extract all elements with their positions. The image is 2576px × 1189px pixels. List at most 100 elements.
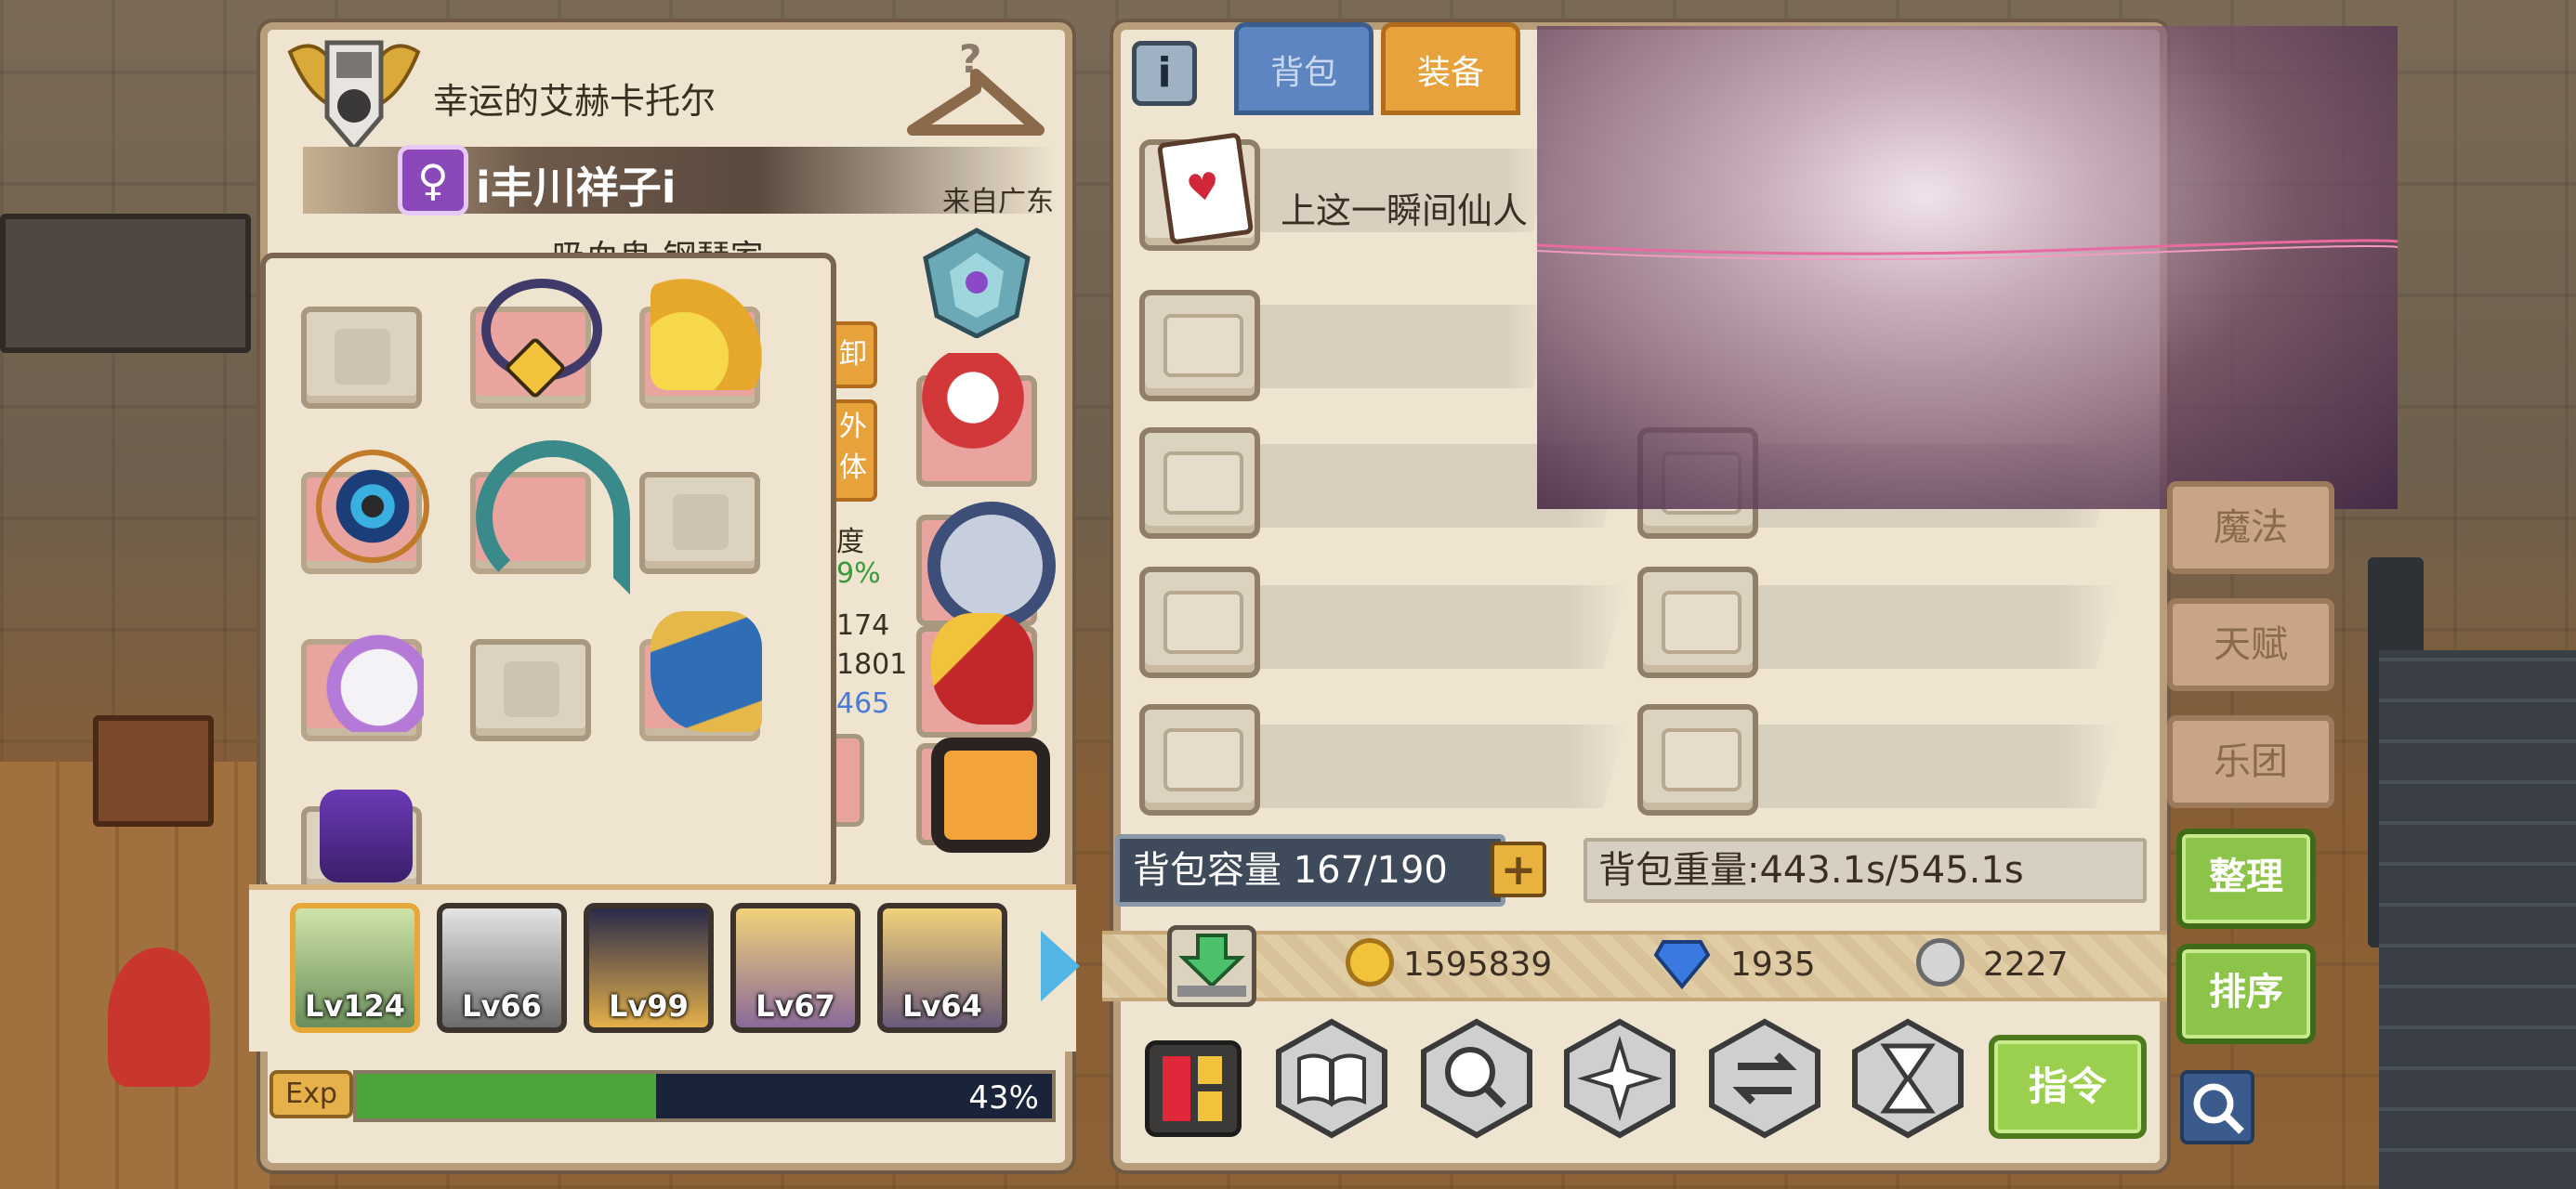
inventory-item-1-name: 上这一瞬间仙人 <box>1281 190 1529 231</box>
female-gender-icon: ♀ <box>398 145 468 216</box>
team-member-1[interactable]: Lv124 <box>290 903 420 1033</box>
organize-button[interactable]: 整理 <box>2176 829 2316 929</box>
player-origin: 来自广东 <box>942 186 1054 218</box>
team-member-2-level: Lv66 <box>462 988 542 1024</box>
swap-icon[interactable] <box>1704 1018 1825 1139</box>
inventory-item-1[interactable]: ♥ <box>1139 132 1260 251</box>
magnifier-icon[interactable] <box>1416 1018 1537 1139</box>
player-name: i丰川祥子i <box>476 163 677 213</box>
armor-placeholder-icon <box>504 661 559 717</box>
stat-percent: 9% <box>836 557 881 590</box>
silver-coin-icon <box>1916 938 1965 986</box>
hourglass-icon[interactable] <box>1847 1018 1968 1139</box>
inventory-slot-6[interactable] <box>1637 567 1758 678</box>
tab-equip[interactable]: 装备 <box>1381 22 1520 115</box>
team-member-4-level: Lv67 <box>756 988 835 1024</box>
inventory-slot-2[interactable] <box>1139 290 1260 401</box>
gear-slot-belt[interactable] <box>916 502 1056 630</box>
empty-slot-inner <box>1163 451 1243 515</box>
hidden-gear-slot[interactable] <box>836 734 864 827</box>
team-member-3[interactable]: Lv99 <box>584 903 714 1033</box>
lyre-instrument-icon <box>312 621 424 732</box>
exp-bar: 43% <box>353 1070 1056 1122</box>
inventory-slot-5[interactable] <box>1139 567 1260 678</box>
slot-armor-purple[interactable] <box>301 790 422 892</box>
sort-button[interactable]: 排序 <box>2176 944 2316 1044</box>
background-shelf <box>0 214 251 353</box>
compass-icon[interactable] <box>1559 1018 1680 1139</box>
team-next-arrow-icon[interactable] <box>1041 931 1080 1001</box>
diamond-icon <box>1653 938 1711 990</box>
gear-slot-shoes[interactable] <box>916 613 1037 738</box>
menu-talent[interactable]: 天赋 <box>2167 598 2334 691</box>
team-member-3-level: Lv99 <box>609 988 689 1024</box>
outfit-label-1: 外 <box>839 411 867 443</box>
empty-slot-armor[interactable] <box>470 639 591 741</box>
wardrobe-hanger-icon[interactable]: ? <box>901 37 1050 149</box>
slot-weapon[interactable] <box>470 440 630 594</box>
character-title: 幸运的艾赫卡托尔 <box>433 81 716 122</box>
silver-amount: 2227 <box>1983 946 2069 984</box>
inventory-slot-3[interactable] <box>1139 427 1260 539</box>
slot-wings[interactable] <box>639 279 762 409</box>
crystal-crest-icon <box>923 228 1031 339</box>
blue-boot-icon <box>651 611 762 732</box>
gear-slot-head[interactable] <box>916 353 1037 487</box>
bag-weight: 背包重量:443.1s/545.1s <box>1584 838 2147 903</box>
gear-slot-ring[interactable] <box>916 738 1050 853</box>
slot-boots[interactable] <box>639 611 762 741</box>
red-gold-boot-icon <box>931 613 1033 725</box>
mechanical-ring-icon <box>927 502 1056 630</box>
download-button[interactable] <box>1167 925 1256 1007</box>
bag-capacity: 背包容量 167/190 <box>1115 834 1505 907</box>
gear-slot-crest[interactable] <box>916 227 1037 339</box>
team-member-2[interactable]: Lv66 <box>437 903 567 1033</box>
equipment-grid <box>260 253 836 892</box>
menu-band[interactable]: 乐团 <box>2167 715 2334 808</box>
book-icon[interactable] <box>1271 1018 1392 1139</box>
inventory-strip-6 <box>1728 585 2119 669</box>
menu-magic[interactable]: 魔法 <box>2167 481 2334 574</box>
search-button[interactable] <box>2180 1070 2254 1144</box>
command-button[interactable]: 指令 <box>1989 1035 2147 1139</box>
stat-value-2: 1801 <box>836 648 908 681</box>
slot-bow[interactable] <box>301 450 429 574</box>
expand-capacity-button[interactable]: + <box>1491 842 1546 897</box>
team-member-4[interactable]: Lv67 <box>730 903 861 1033</box>
exp-percent: 43% <box>968 1079 1039 1117</box>
playing-card-icon: ♥ <box>1156 132 1255 245</box>
slot-harp[interactable] <box>301 621 424 741</box>
inventory-strip-8 <box>1728 725 2119 808</box>
search-icon <box>2193 1083 2244 1134</box>
tab-bag[interactable]: 背包 <box>1234 22 1373 115</box>
gold-amount: 1595839 <box>1403 946 1553 984</box>
info-button[interactable]: i <box>1132 41 1197 106</box>
diamond-amount: 1935 <box>1730 946 1816 984</box>
stat-label: 度 <box>836 526 864 558</box>
serpent-staff-icon <box>476 440 630 594</box>
inventory-slot-8[interactable] <box>1637 704 1758 816</box>
inventory-strip-2 <box>1236 305 1552 388</box>
npc-character <box>108 947 210 1087</box>
potion-box <box>93 715 214 827</box>
background-machinery <box>2379 650 2576 1189</box>
sort-number-button[interactable] <box>1145 1040 1242 1137</box>
team-member-1-level: Lv124 <box>304 988 406 1024</box>
stat-value-3: 465 <box>836 687 890 720</box>
inventory-strip-5 <box>1236 585 1626 669</box>
exp-label: Exp <box>269 1070 353 1118</box>
empty-slot-inner <box>1163 591 1243 654</box>
inventory-strip-7 <box>1236 725 1626 808</box>
empty-slot-inner <box>1163 314 1243 377</box>
inventory-slot-7[interactable] <box>1139 704 1260 816</box>
exp-bar-fill <box>357 1074 656 1118</box>
empty-slot-inner <box>1662 728 1741 791</box>
stat-value-1: 174 <box>836 609 890 642</box>
team-member-5[interactable]: Lv64 <box>877 903 1007 1033</box>
rank-emblem-icon <box>287 40 421 152</box>
empty-slot-pet[interactable] <box>301 307 422 409</box>
team-member-5-level: Lv64 <box>902 988 982 1024</box>
slot-necklace[interactable] <box>470 279 602 409</box>
red-flower-hat-icon <box>922 353 1024 464</box>
empty-slot-ring[interactable] <box>639 472 760 574</box>
